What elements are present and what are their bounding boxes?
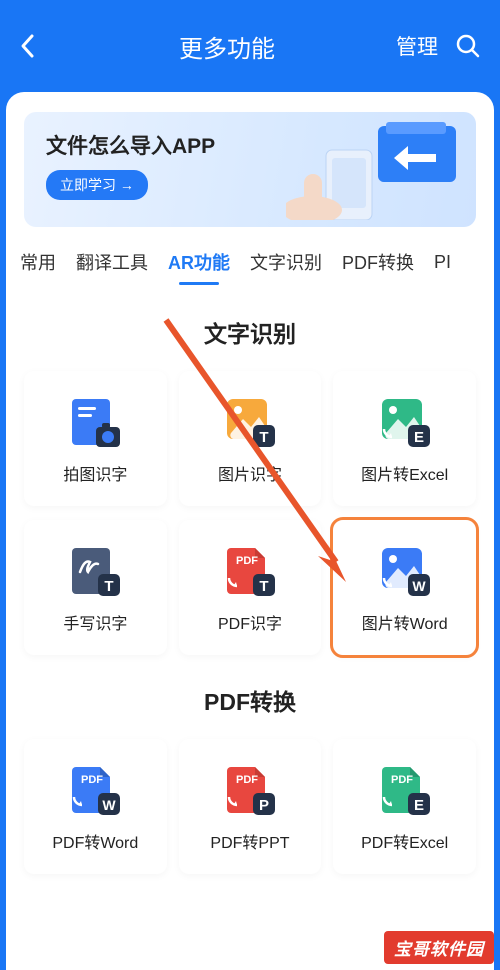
main-panel: 文件怎么导入APP 立即学习 → 常用 翻译工具 AR功能 文字识别 PDF转换…: [6, 92, 494, 970]
back-button[interactable]: [18, 32, 58, 60]
tab-more[interactable]: PI: [424, 244, 461, 285]
banner-learn-button[interactable]: 立即学习 →: [46, 170, 148, 200]
banner-illustration: [286, 120, 466, 220]
tab-ocr[interactable]: 文字识别: [240, 241, 332, 287]
card-handwrite-ocr[interactable]: T 手写识字: [24, 520, 167, 655]
image-excel-icon: E: [376, 393, 434, 451]
card-label: PDF识字: [218, 610, 282, 634]
card-label: 图片转Word: [362, 610, 448, 634]
pdf-ppt-icon: PDFP: [221, 761, 279, 819]
tab-translate[interactable]: 翻译工具: [66, 241, 158, 287]
svg-text:T: T: [259, 429, 268, 446]
svg-text:E: E: [414, 797, 424, 814]
svg-text:PDF: PDF: [391, 774, 413, 786]
pdf-excel-icon: PDFE: [376, 761, 434, 819]
image-ocr-icon: T: [221, 393, 279, 451]
pdf-ocr-icon: PDFT: [221, 542, 279, 600]
svg-text:T: T: [259, 578, 268, 595]
svg-text:T: T: [105, 578, 114, 595]
search-icon: [455, 33, 481, 59]
section-ocr-title: 文字识别: [6, 315, 494, 349]
svg-text:W: W: [103, 797, 117, 813]
section-pdf-title: PDF转换: [6, 683, 494, 717]
card-pdf-to-ppt[interactable]: PDFP PDF转PPT: [179, 739, 322, 874]
card-pdf-to-word[interactable]: PDFW PDF转Word: [24, 739, 167, 874]
image-word-icon: W: [376, 542, 434, 600]
page-title: 更多功能: [58, 29, 396, 64]
card-image-to-word[interactable]: W 图片转Word: [333, 520, 476, 655]
tab-pdf[interactable]: PDF转换: [332, 241, 424, 287]
card-label: PDF转PPT: [210, 829, 289, 853]
card-image-ocr[interactable]: T 图片识字: [179, 371, 322, 506]
chevron-left-icon: [18, 32, 36, 60]
card-pdf-ocr[interactable]: PDFT PDF识字: [179, 520, 322, 655]
card-pdf-to-excel[interactable]: PDFE PDF转Excel: [333, 739, 476, 874]
category-tabs: 常用 翻译工具 AR功能 文字识别 PDF转换 PI: [6, 227, 494, 287]
app-header: 更多功能 管理: [0, 0, 500, 92]
card-label: 图片识字: [218, 461, 282, 485]
handwrite-icon: T: [66, 542, 124, 600]
import-banner[interactable]: 文件怎么导入APP 立即学习 →: [24, 112, 476, 227]
ocr-grid: 拍图识字 T 图片识字 E 图片转Excel T 手写识字 PDFT PDF识字: [6, 371, 494, 655]
svg-text:W: W: [412, 578, 426, 594]
card-image-to-excel[interactable]: E 图片转Excel: [333, 371, 476, 506]
manage-button[interactable]: 管理: [396, 31, 438, 61]
svg-text:E: E: [414, 429, 424, 446]
search-button[interactable]: [454, 33, 482, 59]
tab-common[interactable]: 常用: [10, 241, 66, 287]
card-label: PDF转Excel: [361, 829, 448, 853]
pdf-grid: PDFW PDF转Word PDFP PDF转PPT PDFE PDF转Exce…: [6, 739, 494, 874]
svg-text:PDF: PDF: [236, 555, 258, 567]
card-label: 手写识字: [63, 610, 127, 634]
tab-ar[interactable]: AR功能: [158, 241, 240, 287]
card-photo-ocr[interactable]: 拍图识字: [24, 371, 167, 506]
card-label: 图片转Excel: [361, 461, 448, 485]
svg-text:PDF: PDF: [236, 774, 258, 786]
pdf-word-icon: PDFW: [66, 761, 124, 819]
svg-text:PDF: PDF: [81, 774, 103, 786]
watermark-badge: 宝哥软件园: [384, 931, 494, 964]
svg-text:P: P: [259, 797, 269, 814]
photo-ocr-icon: [66, 393, 124, 451]
card-label: PDF转Word: [52, 829, 138, 853]
card-label: 拍图识字: [63, 461, 127, 485]
